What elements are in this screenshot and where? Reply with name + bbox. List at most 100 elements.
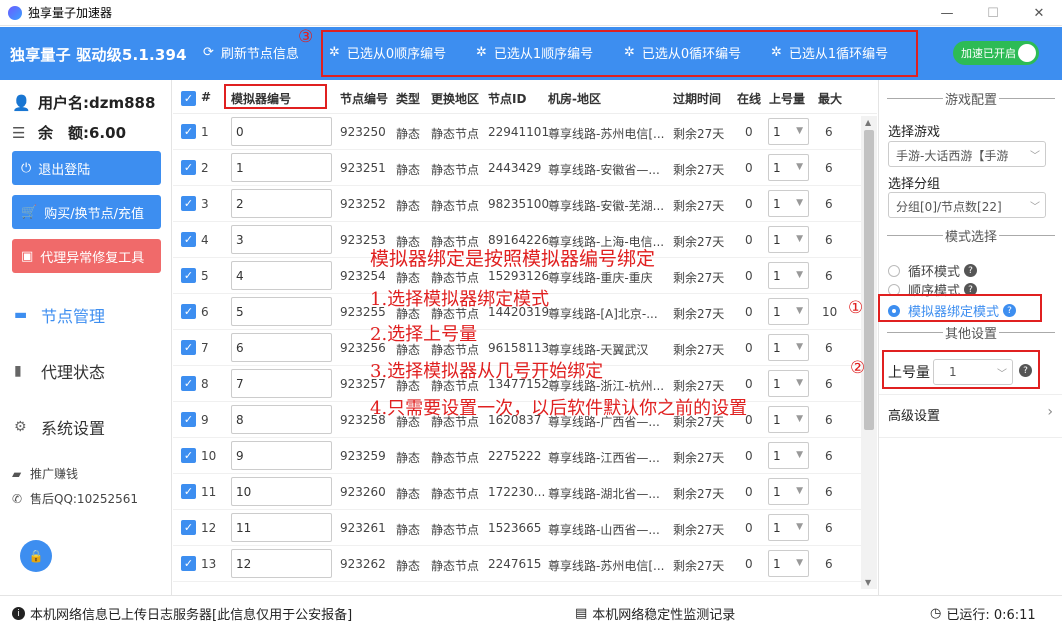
help-icon[interactable]: ? [964,264,978,277]
dropdown-arrow-icon: ▼ [796,342,803,352]
logout-label: 退出登陆 [38,162,91,178]
emulator-number-input[interactable]: 8 [231,405,332,434]
row-checkbox[interactable]: ✓ [181,304,196,319]
emulator-number-input[interactable]: 6 [231,333,332,362]
dropdown-arrow-icon: ▼ [796,486,803,496]
emulator-number-input[interactable]: 12 [231,549,332,578]
lock-button[interactable]: 🔒 [20,540,52,572]
close-button[interactable]: ✕ [1016,0,1062,26]
proxy-repair-button[interactable]: ▣ 代理异常修复工具 [12,239,161,273]
minimize-button[interactable]: — [924,0,970,26]
row-checkbox[interactable]: ✓ [181,196,196,211]
game-select-value: 手游-大话西游【手游 [896,149,1009,163]
table-scrollbar[interactable]: ▲ ▼ [861,116,877,589]
acceleration-toggle[interactable]: 加速已开启 [953,41,1039,65]
account-count-dropdown[interactable]: 1 ▼ [768,226,809,253]
account-count-dropdown[interactable]: 1 ▼ [768,154,809,181]
expire-time: 剩余27天 [673,235,725,249]
advanced-settings-row[interactable]: 高级设置 › [879,394,1062,438]
node-type: 静态 [396,451,421,465]
dropdown-arrow-icon: ▼ [796,270,803,280]
nav-system-settings[interactable]: ⚙ 系统设置 [14,415,105,439]
account-count-dropdown[interactable]: 1 ▼ [768,118,809,145]
account-count-dropdown[interactable]: 1 ▼ [768,298,809,325]
table-row: ✓ 11 923260 静态 静态节点 172230... 尊享线路-湖北省—... 剩余27… [173,474,863,510]
sidebar: 👤 用户名:dzm888 ☰ 余 额:6.00 ⏻ 退出登陆 🛒 购买/换节点/… [0,80,172,595]
promote-link[interactable]: ▰ 推广赚钱 [12,465,78,482]
network-monitor-link[interactable]: ▤ 本机网络稳定性监测记录 [575,604,735,623]
account-count-dropdown[interactable]: 1 ▼ [768,442,809,469]
account-count-value: 1 [773,413,781,427]
account-count-dropdown[interactable]: 1 ▼ [768,478,809,505]
room-region: 尊享线路-天翼武汉 [548,343,649,357]
account-count-dropdown[interactable]: 1 ▼ [768,406,809,433]
expire-time: 剩余27天 [673,487,725,501]
emulator-number-input[interactable]: 3 [231,225,332,254]
row-checkbox[interactable]: ✓ [181,484,196,499]
toggle-label: 加速已开启 [961,47,1016,60]
row-index: 11 [201,485,217,499]
logout-button[interactable]: ⏻ 退出登陆 [12,151,161,185]
refresh-nodes-button[interactable]: ⟳ 刷新节点信息 [203,43,299,62]
emulator-number-input[interactable]: 1 [231,153,332,182]
game-config-title: 游戏配置 [945,93,998,108]
row-checkbox[interactable]: ✓ [181,160,196,175]
chevron-down-icon: ﹀ [1030,202,1040,213]
row-checkbox[interactable]: ✓ [181,232,196,247]
account-count-dropdown[interactable]: 1 ▼ [768,262,809,289]
max-count: 6 [825,197,833,211]
emulator-number-input[interactable]: 2 [231,189,332,218]
row-checkbox[interactable]: ✓ [181,556,196,571]
row-checkbox[interactable]: ✓ [181,376,196,391]
table-row: ✓ 3 923252 静态 静态节点 98235100 尊享线路-安徽-芜湖... 剩余27天… [173,186,863,222]
emulator-number-input[interactable]: 4 [231,261,332,290]
emulator-number-input[interactable]: 9 [231,441,332,470]
emulator-number-input[interactable]: 0 [231,117,332,146]
account-count-dropdown[interactable]: 1 ▼ [768,334,809,361]
expire-time: 剩余27天 [673,379,725,393]
row-checkbox[interactable]: ✓ [181,124,196,139]
account-count-dropdown[interactable]: 1 ▼ [768,370,809,397]
row-checkbox[interactable]: ✓ [181,412,196,427]
select-all-checkbox[interactable]: ✓ [181,91,196,106]
buy-button[interactable]: 🛒 购买/换节点/充值 [12,195,161,229]
emulator-number-input[interactable]: 10 [231,477,332,506]
log-upload-text: 本机网络信息已上传日志服务器[此信息仅用于公安报备] [30,608,353,623]
row-checkbox[interactable]: ✓ [181,268,196,283]
group-select[interactable]: 分组[0]/节点数[22] ﹀ [888,192,1046,218]
game-select[interactable]: 手游-大话西游【手游 ﹀ [888,141,1046,167]
row-checkbox[interactable]: ✓ [181,520,196,535]
room-region: 尊享线路-江西省—... [548,451,660,465]
account-count-value: 1 [773,233,781,247]
account-count-dropdown[interactable]: 1 ▼ [768,190,809,217]
monitor-icon: ▬ [14,307,28,323]
expire-time: 剩余27天 [673,127,725,141]
loop-mode-label: 循环模式 [908,265,961,280]
username-row: 👤 用户名:dzm888 [12,92,155,113]
col-node-number: 节点编号 [340,92,389,106]
maximize-button[interactable]: ☐ [970,0,1016,26]
cart-icon: 🛒 [21,204,38,220]
row-checkbox[interactable]: ✓ [181,340,196,355]
col-room-region: 机房-地区 [548,92,601,106]
row-index: 1 [201,125,209,139]
mode-select-section: 模式选择 [887,226,1056,245]
loop-mode-radio[interactable]: 循环模式 ? [888,261,978,280]
account-count-dropdown[interactable]: 1 ▼ [768,550,809,577]
scrollbar-thumb[interactable] [864,130,874,430]
scroll-up-icon[interactable]: ▲ [865,118,871,127]
node-number: 923252 [340,197,386,211]
chevron-down-icon: ﹀ [1030,151,1040,162]
emulator-number-input[interactable]: 5 [231,297,332,326]
online-count: 0 [745,269,753,283]
other-settings-title: 其他设置 [945,327,998,342]
emulator-number-input[interactable]: 11 [231,513,332,542]
nav-node-management[interactable]: ▬ 节点管理 [14,303,105,327]
account-count-dropdown[interactable]: 1 ▼ [768,514,809,541]
scroll-down-icon[interactable]: ▼ [865,578,871,587]
row-checkbox[interactable]: ✓ [181,448,196,463]
chevron-right-icon: › [1047,404,1053,420]
emulator-number-input[interactable]: 7 [231,369,332,398]
nav-proxy-status[interactable]: ▮ 代理状态 [14,359,105,383]
node-type: 静态 [396,487,421,501]
